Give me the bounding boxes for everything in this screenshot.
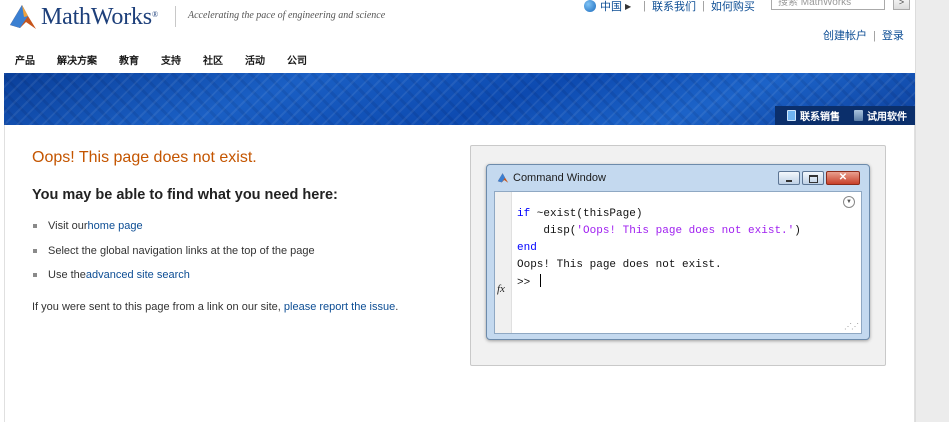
nav-solutions[interactable]: 解决方案 (57, 52, 97, 67)
code-keyword: end (517, 242, 537, 254)
command-prompt: >> (517, 277, 537, 289)
trial-software-link[interactable]: 试用软件 (867, 108, 907, 123)
list-item: Visit our home page (33, 214, 315, 239)
report-suffix: . (395, 301, 399, 313)
nav-products[interactable]: 产品 (15, 52, 35, 67)
bullet (33, 224, 37, 229)
search-input[interactable] (771, 0, 885, 10)
list-item: Select the global navigation links at th… (33, 239, 315, 264)
gutter (495, 192, 512, 333)
main-nav: 产品 解决方案 教育 支持 社区 活动 公司 (15, 52, 329, 67)
report-issue-link[interactable]: please report the issue (284, 301, 395, 313)
bullet (33, 273, 37, 278)
divider: | (873, 30, 876, 42)
nav-academia[interactable]: 教育 (119, 52, 139, 67)
banner-tools: 联系销售 试用软件 (775, 106, 915, 125)
code-text: ) (794, 225, 801, 237)
region-link[interactable]: 中国 (600, 0, 622, 14)
nav-company[interactable]: 公司 (287, 52, 307, 67)
list-item-text: Use the (48, 269, 86, 282)
divider: | (702, 0, 705, 12)
membrane-logo-icon (10, 5, 36, 29)
window-controls: ✕ (776, 171, 860, 185)
contact-sales-link[interactable]: 联系销售 (800, 108, 840, 123)
nav-support[interactable]: 支持 (161, 52, 181, 67)
resize-grip-icon[interactable]: ⋰⋰ (844, 322, 859, 331)
bullet (33, 248, 37, 253)
nav-community[interactable]: 社区 (203, 52, 223, 67)
nav-events[interactable]: 活动 (245, 52, 265, 67)
brand-name: MathWorks® (41, 3, 158, 30)
report-prefix: If you were sent to this page from a lin… (32, 301, 284, 313)
window-title-text: Command Window (513, 172, 606, 184)
command-window-body[interactable]: fx ▼ if ~exist(thisPage) disp('Oops! Thi… (494, 191, 862, 334)
command-window-title: Command Window (497, 172, 606, 184)
tagline: Accelerating the pace of engineering and… (188, 10, 386, 21)
header-banner: 联系销售 试用软件 (4, 73, 915, 125)
code-string: 'Oops! This page does not exist.' (576, 225, 795, 237)
code-keyword: if (517, 208, 531, 220)
code-block: if ~exist(thisPage) disp('Oops! This pag… (517, 206, 801, 292)
download-icon (854, 110, 863, 121)
page-title: Oops! This page does not exist. (32, 149, 257, 166)
code-text: ~exist(thisPage) (530, 208, 643, 220)
maximize-button[interactable] (802, 171, 824, 185)
actions-menu-icon[interactable]: ▼ (843, 196, 855, 208)
subheading: You may be able to find what you need he… (32, 187, 338, 203)
header-divider (175, 6, 176, 27)
account-links: 创建帐户 | 登录 (823, 27, 904, 43)
utility-links: 中国 ▶ | 联系我们 | 如何购买 (584, 0, 755, 14)
home-page-link[interactable]: home page (88, 220, 143, 232)
contact-us-link[interactable]: 联系我们 (652, 0, 696, 14)
matlab-icon (497, 173, 509, 183)
command-window: Command Window ✕ fx ▼ if ~exist(thisPage… (486, 164, 870, 340)
divider: | (643, 0, 647, 12)
text-caret (539, 274, 541, 287)
close-button[interactable]: ✕ (826, 171, 860, 185)
search-button[interactable]: > (893, 0, 910, 10)
list-item: Use the advanced site search (33, 263, 315, 288)
suggestion-list: Visit our home page Select the global na… (33, 214, 315, 288)
report-text: If you were sent to this page from a lin… (32, 301, 398, 313)
minimize-button[interactable] (778, 171, 800, 185)
how-to-buy-link[interactable]: 如何购买 (711, 0, 755, 14)
caret-right-icon: ▶ (625, 1, 632, 11)
list-item-text: Select the global navigation links at th… (48, 244, 315, 257)
create-account-link[interactable]: 创建帐户 (823, 30, 867, 42)
login-link[interactable]: 登录 (882, 30, 904, 42)
advanced-search-link[interactable]: advanced site search (86, 269, 190, 281)
list-item-text: Visit our (48, 220, 88, 233)
mathworks-logo[interactable]: MathWorks® (8, 0, 158, 34)
globe-icon (584, 0, 596, 12)
code-text: disp( (517, 225, 577, 237)
phone-icon (787, 110, 796, 121)
fx-icon[interactable]: fx (497, 283, 505, 295)
page-side-strip (915, 0, 949, 422)
code-output: Oops! This page does not exist. (517, 259, 722, 271)
